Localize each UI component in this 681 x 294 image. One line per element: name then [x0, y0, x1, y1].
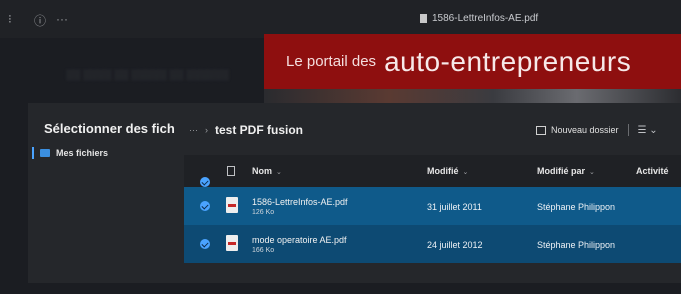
blurred-background-text: ░░ ░░░░ ░░ ░░░░░ ░░ ░░░░░░ — [66, 70, 229, 81]
file-picker-dialog: Sélectionner des fich Mes fichiers ··· ›… — [28, 103, 681, 283]
breadcrumb-current[interactable]: test PDF fusion — [215, 123, 303, 137]
selected-indicator — [32, 147, 34, 159]
info-icon[interactable]: ⓘ — [34, 12, 46, 29]
sidebar-icon[interactable]: ⁝ — [8, 12, 12, 26]
banner-title: auto-entrepreneurs — [384, 45, 632, 77]
column-modified[interactable]: Modifié ⌄ — [427, 166, 468, 176]
file-size: 126 Ko — [252, 209, 275, 216]
toolbar-divider — [627, 124, 629, 136]
banner-photo — [264, 89, 681, 103]
table-header: Nom ⌄ Modifié ⌄ Modifié par ⌄ Activité — [184, 155, 681, 187]
chevron-down-icon: ⌄ — [462, 169, 469, 176]
browser-toolbar: ⁝ ⓘ ··· 1586-LettreInfos-AE.pdf — [0, 0, 681, 38]
breadcrumb-ellipsis[interactable]: ··· — [189, 125, 198, 135]
pdf-file-icon — [226, 235, 238, 251]
column-name[interactable]: Nom ⌄ — [252, 166, 282, 176]
table-row[interactable]: 1586-LettreInfos-AE.pdf 126 Ko 31 juille… — [184, 187, 681, 225]
file-modified: 31 juillet 2011 — [427, 202, 482, 212]
chevron-down-icon: ⌄ — [276, 169, 282, 176]
row-checkbox[interactable] — [200, 239, 210, 249]
more-icon[interactable]: ··· — [56, 12, 68, 26]
banner-prefix: Le portail des — [286, 53, 377, 70]
file-modified-by: Stéphane Philippon — [537, 202, 616, 212]
new-folder-label: Nouveau dossier — [551, 125, 619, 135]
window-title: 1586-LettreInfos-AE.pdf — [420, 13, 538, 24]
sidebar-item-my-files[interactable]: Mes fichiers — [32, 147, 108, 159]
file-modified: 24 juillet 2012 — [427, 240, 483, 250]
select-all-checkbox[interactable] — [200, 177, 210, 187]
file-modified-by: Stéphane Philippon — [537, 240, 616, 250]
file-size: 166 Ko — [252, 247, 275, 254]
column-activity[interactable]: Activité — [636, 166, 669, 176]
file-name: mode operatoire AE.pdf — [252, 235, 347, 245]
table-row[interactable]: mode operatoire AE.pdf 166 Ko 24 juillet… — [184, 225, 681, 263]
folder-icon — [40, 149, 50, 157]
pdf-icon — [420, 14, 427, 23]
view-options-icon[interactable]: ☰ ⌄ — [638, 125, 658, 136]
chevron-down-icon: ⌄ — [589, 169, 595, 176]
column-modified-by[interactable]: Modifié par ⌄ — [537, 166, 595, 176]
window-title-text: 1586-LettreInfos-AE.pdf — [432, 13, 539, 24]
new-folder-button[interactable]: Nouveau dossier ☰ ⌄ — [536, 124, 658, 136]
breadcrumb: ··· › test PDF fusion — [189, 123, 303, 137]
row-checkbox[interactable] — [200, 201, 210, 211]
sidebar-item-label: Mes fichiers — [56, 148, 109, 158]
pdf-file-icon — [226, 197, 238, 213]
chevron-right-icon: › — [205, 125, 208, 135]
dialog-title: Sélectionner des fich — [44, 121, 175, 136]
new-folder-icon — [536, 125, 546, 135]
file-type-icon — [227, 166, 235, 176]
pdf-banner: Le portail des auto-entrepreneurs — [264, 34, 681, 89]
file-name: 1586-LettreInfos-AE.pdf — [252, 197, 348, 207]
